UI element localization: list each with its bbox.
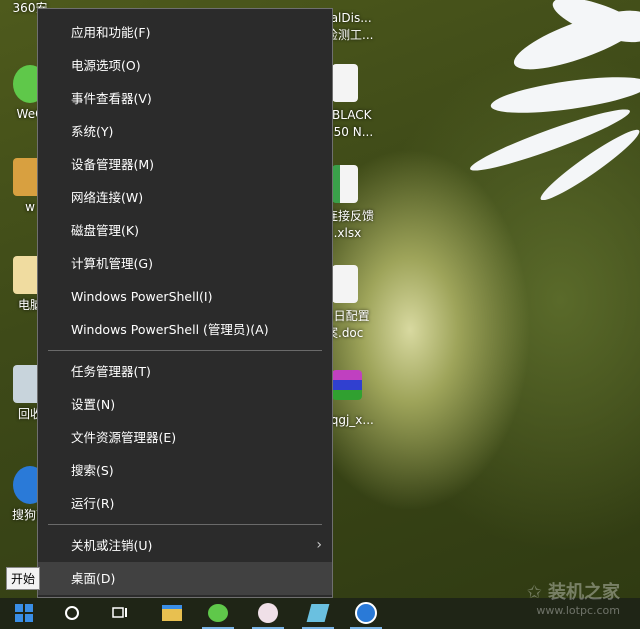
menu-item[interactable]: Windows PowerShell (管理员)(A) <box>38 313 332 346</box>
word-doc-icon <box>332 64 358 102</box>
menu-item[interactable]: 系统(Y) <box>38 115 332 148</box>
desktop-icon[interactable]: 5日配置 案.doc <box>326 265 386 342</box>
file-explorer-icon[interactable] <box>160 601 184 625</box>
app-taskbar-icon[interactable] <box>256 601 280 625</box>
daisy-flower-image <box>470 0 640 200</box>
menu-item[interactable]: 设备管理器(M) <box>38 148 332 181</box>
menu-item[interactable]: 任务管理器(T) <box>38 355 332 388</box>
menu-item[interactable]: Windows PowerShell(I) <box>38 280 332 313</box>
excel-icon <box>332 165 358 203</box>
menu-item-shutdown[interactable]: 关机或注销(U) › <box>38 529 332 562</box>
desktop-icon[interactable]: tqgj_x... <box>326 370 386 429</box>
menu-item[interactable]: 电源选项(O) <box>38 49 332 82</box>
menu-item[interactable]: 事件查看器(V) <box>38 82 332 115</box>
menu-item[interactable]: 计算机管理(G) <box>38 247 332 280</box>
desktop-icon[interactable]: talDis... 检测工... <box>326 10 386 44</box>
cortana-icon[interactable] <box>60 601 84 625</box>
chevron-right-icon: › <box>316 537 322 553</box>
start-windows-icon[interactable] <box>12 601 36 625</box>
winrar-icon <box>332 370 362 400</box>
menu-item[interactable]: 文件资源管理器(E) <box>38 421 332 454</box>
menu-item[interactable]: 应用和功能(F) <box>38 16 332 49</box>
word-doc-icon <box>332 265 358 303</box>
menu-item[interactable]: 设置(N) <box>38 388 332 421</box>
watermark-url: www.lotpc.com <box>536 604 620 617</box>
desktop-icon[interactable]: 连接反馈 E.xlsx <box>326 165 386 242</box>
start-tooltip: 开始 <box>6 567 41 590</box>
menu-item[interactable]: 运行(R) <box>38 487 332 520</box>
menu-separator <box>48 524 322 525</box>
app-taskbar-icon[interactable] <box>306 601 330 625</box>
winx-context-menu: 应用和功能(F) 电源选项(O) 事件查看器(V) 系统(Y) 设备管理器(M) 网络连接… <box>37 8 333 598</box>
watermark-logo: ✩ 装机之家 <box>526 582 620 603</box>
task-view-icon[interactable] <box>108 601 132 625</box>
sogou-taskbar-icon[interactable] <box>354 601 378 625</box>
menu-item[interactable]: 磁盘管理(K) <box>38 214 332 247</box>
desktop-icon[interactable]: _BLACK 750 N... <box>326 64 386 141</box>
menu-separator <box>48 350 322 351</box>
wechat-taskbar-icon[interactable] <box>206 601 230 625</box>
menu-item[interactable]: 搜索(S) <box>38 454 332 487</box>
menu-item-desktop[interactable]: 桌面(D) <box>38 562 332 595</box>
menu-item[interactable]: 网络连接(W) <box>38 181 332 214</box>
